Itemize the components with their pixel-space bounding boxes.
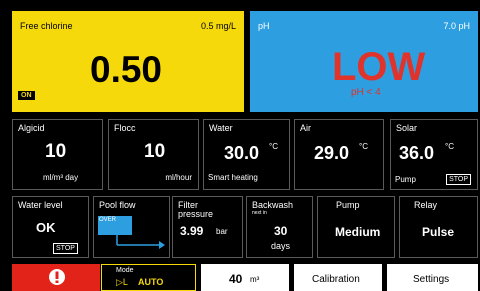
chlorine-panel[interactable]: Free chlorine 0.5 mg/L 0.50 ON xyxy=(12,11,244,112)
calibration-label: Calibration xyxy=(312,274,360,285)
air-value: 29.0 xyxy=(314,143,350,163)
filter-pressure-tile[interactable]: Filter pressure 3.99 bar xyxy=(172,196,243,258)
water-label: Water xyxy=(209,123,233,133)
water-tile[interactable]: Water 30.0 °C Smart heating xyxy=(203,119,290,190)
solar-unit: °C xyxy=(445,142,454,151)
backwash-label: Backwash xyxy=(252,200,294,210)
flocc-unit: ml/hour xyxy=(165,173,192,182)
flocc-value: 10 xyxy=(144,141,166,162)
air-label: Air xyxy=(300,123,311,133)
relay-label: Relay xyxy=(414,200,438,210)
flocc-tile[interactable]: Flocc 10 ml/hour xyxy=(108,119,199,190)
settings-label: Settings xyxy=(413,274,450,285)
filter-value: 3.99 xyxy=(180,224,204,238)
flocc-label: Flocc xyxy=(114,123,136,133)
solar-label: Solar xyxy=(396,123,418,133)
backwash-next-label: next in xyxy=(252,210,267,216)
ph-sub: pH < 4 xyxy=(351,87,381,98)
pool-flow-tile[interactable]: Pool flow OVER xyxy=(93,196,170,258)
ph-panel[interactable]: pH 7.0 pH LOW pH < 4 xyxy=(250,11,478,112)
pool-flow-label: Pool flow xyxy=(99,200,136,210)
algicid-value: 10 xyxy=(45,141,67,162)
pump-tile[interactable]: Pump Medium xyxy=(317,196,395,258)
solar-value: 36.0 xyxy=(399,143,435,163)
alarm-button[interactable] xyxy=(12,264,100,291)
relay-value: Pulse xyxy=(422,225,455,239)
solar-stop-tag: STOP xyxy=(446,174,471,185)
water-level-label: Water level xyxy=(18,200,63,210)
water-value: 30.0 xyxy=(224,143,260,163)
backwash-unit: days xyxy=(271,241,291,251)
chlorine-on-badge: ON xyxy=(18,91,35,100)
ph-reading: 7.0 pH xyxy=(443,21,470,31)
volume-unit: m³ xyxy=(250,275,260,284)
ph-label: pH xyxy=(258,21,270,31)
solar-tile[interactable]: Solar 36.0 °C Pump STOP xyxy=(390,119,478,190)
algicid-label: Algicid xyxy=(18,123,45,133)
mode-button[interactable]: Mode ▷L AUTO xyxy=(101,264,196,291)
pool-flow-over-label: OVER xyxy=(99,217,117,223)
mode-value: AUTO xyxy=(138,277,164,287)
ph-status: LOW xyxy=(332,45,426,89)
mode-label: Mode xyxy=(116,267,134,274)
algicid-tile[interactable]: Algicid 10 ml/m³ day xyxy=(12,119,103,190)
water-level-tile[interactable]: Water level OK STOP xyxy=(12,196,89,258)
volume-button[interactable]: 40 m³ xyxy=(201,264,289,291)
water-note: Smart heating xyxy=(208,173,258,182)
pump-value: Medium xyxy=(335,225,381,239)
mode-icon: ▷L xyxy=(116,277,128,287)
settings-button[interactable]: Settings xyxy=(387,264,478,291)
filter-unit: bar xyxy=(216,227,228,236)
backwash-value: 30 xyxy=(274,224,288,238)
filter-label-2: pressure xyxy=(178,209,214,219)
water-level-value: OK xyxy=(36,220,56,235)
alert-icon xyxy=(49,269,65,285)
chlorine-value: 0.50 xyxy=(90,49,163,90)
volume-value: 40 xyxy=(229,272,243,286)
algicid-unit: ml/m³ day xyxy=(43,173,79,182)
air-unit: °C xyxy=(359,142,368,151)
backwash-tile[interactable]: Backwash next in 30 days xyxy=(246,196,313,258)
air-tile[interactable]: Air 29.0 °C xyxy=(294,119,384,190)
pump-label: Pump xyxy=(336,200,360,210)
chlorine-label: Free chlorine xyxy=(20,21,73,31)
calibration-button[interactable]: Calibration xyxy=(294,264,382,291)
relay-tile[interactable]: Relay Pulse xyxy=(399,196,478,258)
water-unit: °C xyxy=(269,142,278,151)
water-level-stop-tag: STOP xyxy=(53,243,78,254)
solar-note: Pump xyxy=(395,175,416,184)
chlorine-reading: 0.5 mg/L xyxy=(200,21,236,31)
